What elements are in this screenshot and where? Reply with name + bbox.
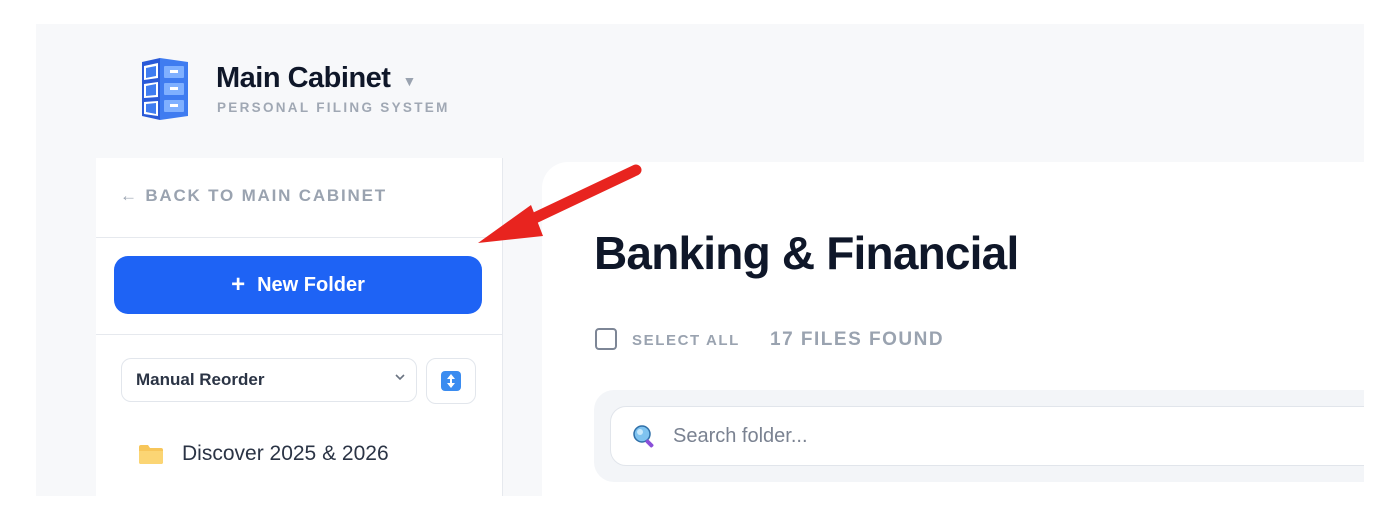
main-panel: Banking & Financial SELECT ALL 17 FILES …: [542, 162, 1364, 496]
back-to-main-cabinet-link[interactable]: ← BACK TO MAIN CABINET: [120, 186, 387, 206]
new-folder-label: New Folder: [257, 273, 365, 296]
cabinet-subtitle: PERSONAL FILING SYSTEM: [217, 100, 450, 115]
new-folder-button[interactable]: + New Folder: [114, 256, 482, 314]
sort-order-select[interactable]: Manual Reorder: [121, 358, 417, 402]
cabinet-switcher[interactable]: Main Cabinet ▼ PERSONAL FILING SYSTEM: [138, 56, 478, 126]
folder-item[interactable]: Discover 2025 & 2026: [138, 442, 389, 466]
sort-order-value: Manual Reorder: [136, 370, 265, 389]
search-icon: [633, 425, 654, 448]
file-cabinet-icon: [142, 58, 188, 120]
plus-icon: +: [231, 271, 246, 298]
page-title: Banking & Financial: [594, 227, 1019, 279]
sort-arrows-icon: [441, 371, 461, 391]
folder-icon: [139, 445, 163, 464]
select-all-label[interactable]: SELECT ALL: [632, 332, 740, 349]
select-all-checkbox[interactable]: [595, 328, 617, 350]
search-bar-container: [594, 390, 1364, 482]
search-box[interactable]: [610, 406, 1364, 466]
sort-direction-toggle[interactable]: [426, 358, 476, 404]
caret-down-icon[interactable]: ▼: [402, 73, 416, 89]
chevron-down-icon: [394, 371, 406, 386]
folder-label: Discover 2025 & 2026: [182, 442, 389, 465]
sidebar-divider: [96, 334, 502, 335]
search-input[interactable]: [671, 423, 1275, 449]
cabinet-title: Main Cabinet: [216, 62, 391, 94]
app-window: Main Cabinet ▼ PERSONAL FILING SYSTEM ← …: [36, 24, 1364, 496]
sidebar-divider: [96, 237, 502, 238]
files-found-count: 17 FILES FOUND: [770, 329, 945, 350]
sidebar: ← BACK TO MAIN CABINET + New Folder Manu…: [96, 158, 503, 496]
